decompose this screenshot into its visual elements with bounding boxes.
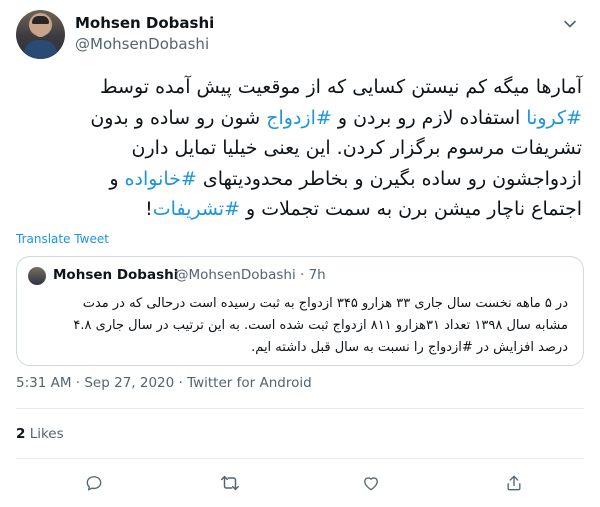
hashtag-link[interactable]: #کرونا — [526, 107, 582, 129]
hashtag-link[interactable]: #ازدواج — [266, 107, 332, 129]
tweet: Mohsen Dobashi @MohsenDobashi آمارها میگ… — [0, 0, 600, 507]
tweet-header: Mohsen Dobashi @MohsenDobashi — [16, 10, 584, 66]
heart-icon[interactable] — [356, 468, 386, 498]
retweet-icon[interactable] — [215, 468, 245, 498]
quoted-handle-time: @MohsenDobashi · 7h — [175, 267, 326, 283]
tweet-text-fragment: و — [109, 167, 125, 190]
share-icon[interactable] — [499, 468, 529, 498]
quoted-text-line: درصد افزایش در #ازدواج را نسبت به سال قب… — [251, 340, 568, 355]
hashtag-link[interactable]: #تشریفات — [153, 198, 240, 220]
tweet-text-line: #کرونا استفاده لازم رو بردن و #ازدواج شو… — [16, 103, 582, 134]
hashtag-link[interactable]: #خانواده — [125, 168, 197, 190]
tweet-text-fragment: ازدواجشون رو ساده بگیرن و بخاطر محدودیته… — [196, 167, 582, 190]
divider — [16, 458, 584, 459]
tweet-text-fragment: استفاده لازم رو بردن و — [331, 106, 527, 129]
tweet-timestamp[interactable]: 5:31 AM · Sep 27, 2020 · Twitter for And… — [16, 375, 312, 391]
author-name[interactable]: Mohsen Dobashi — [75, 14, 214, 32]
tweet-text-line: اجتماع ناچار میشن برن به سمت تجملات و #ت… — [16, 194, 582, 225]
chevron-down-icon[interactable] — [558, 14, 582, 34]
quoted-author-name: Mohsen Dobashi — [53, 267, 179, 283]
tweet-text-line: ازدواجشون رو ساده بگیرن و بخاطر محدودیته… — [16, 164, 582, 195]
quoted-text-line: مشابه سال ۱۳۹۸ تعداد ۳۱هزارو ۸۱۱ ازدواج … — [73, 318, 568, 333]
quoted-avatar — [28, 267, 46, 285]
likes-label: Likes — [29, 426, 64, 442]
tweet-text-fragment: ! — [145, 198, 153, 220]
quoted-tweet[interactable]: Mohsen Dobashi @MohsenDobashi · 7h در ۵ … — [16, 256, 584, 366]
translate-tweet-link[interactable]: Translate Tweet — [16, 232, 109, 246]
quoted-text: در ۵ ماهه نخست سال جاری ۳۳ هزارو ۳۴۵ ازد… — [31, 293, 568, 359]
action-bar — [16, 468, 584, 498]
likes-count[interactable]: 2 Likes — [16, 426, 64, 442]
tweet-text-line: آمارها میگه کم نیستن کسایی که از موقعیت … — [100, 76, 582, 98]
likes-number: 2 — [16, 426, 26, 442]
tweet-text-fragment: شون رو ساده و بدون — [90, 106, 267, 129]
divider — [16, 408, 584, 409]
reply-icon[interactable] — [79, 468, 109, 498]
tweet-text-fragment: اجتماع ناچار میشن برن به سمت تجملات و — [240, 198, 582, 220]
avatar[interactable] — [16, 10, 65, 59]
tweet-text: آمارها میگه کم نیستن کسایی که از موقعیت … — [16, 72, 582, 225]
tweet-text-line: تشریفات مرسوم برگزار کردن. این یعنی خیلی… — [131, 137, 582, 159]
quoted-text-line: در ۵ ماهه نخست سال جاری ۳۳ هزارو ۳۴۵ ازد… — [82, 296, 568, 311]
author-handle[interactable]: @MohsenDobashi — [75, 35, 209, 53]
